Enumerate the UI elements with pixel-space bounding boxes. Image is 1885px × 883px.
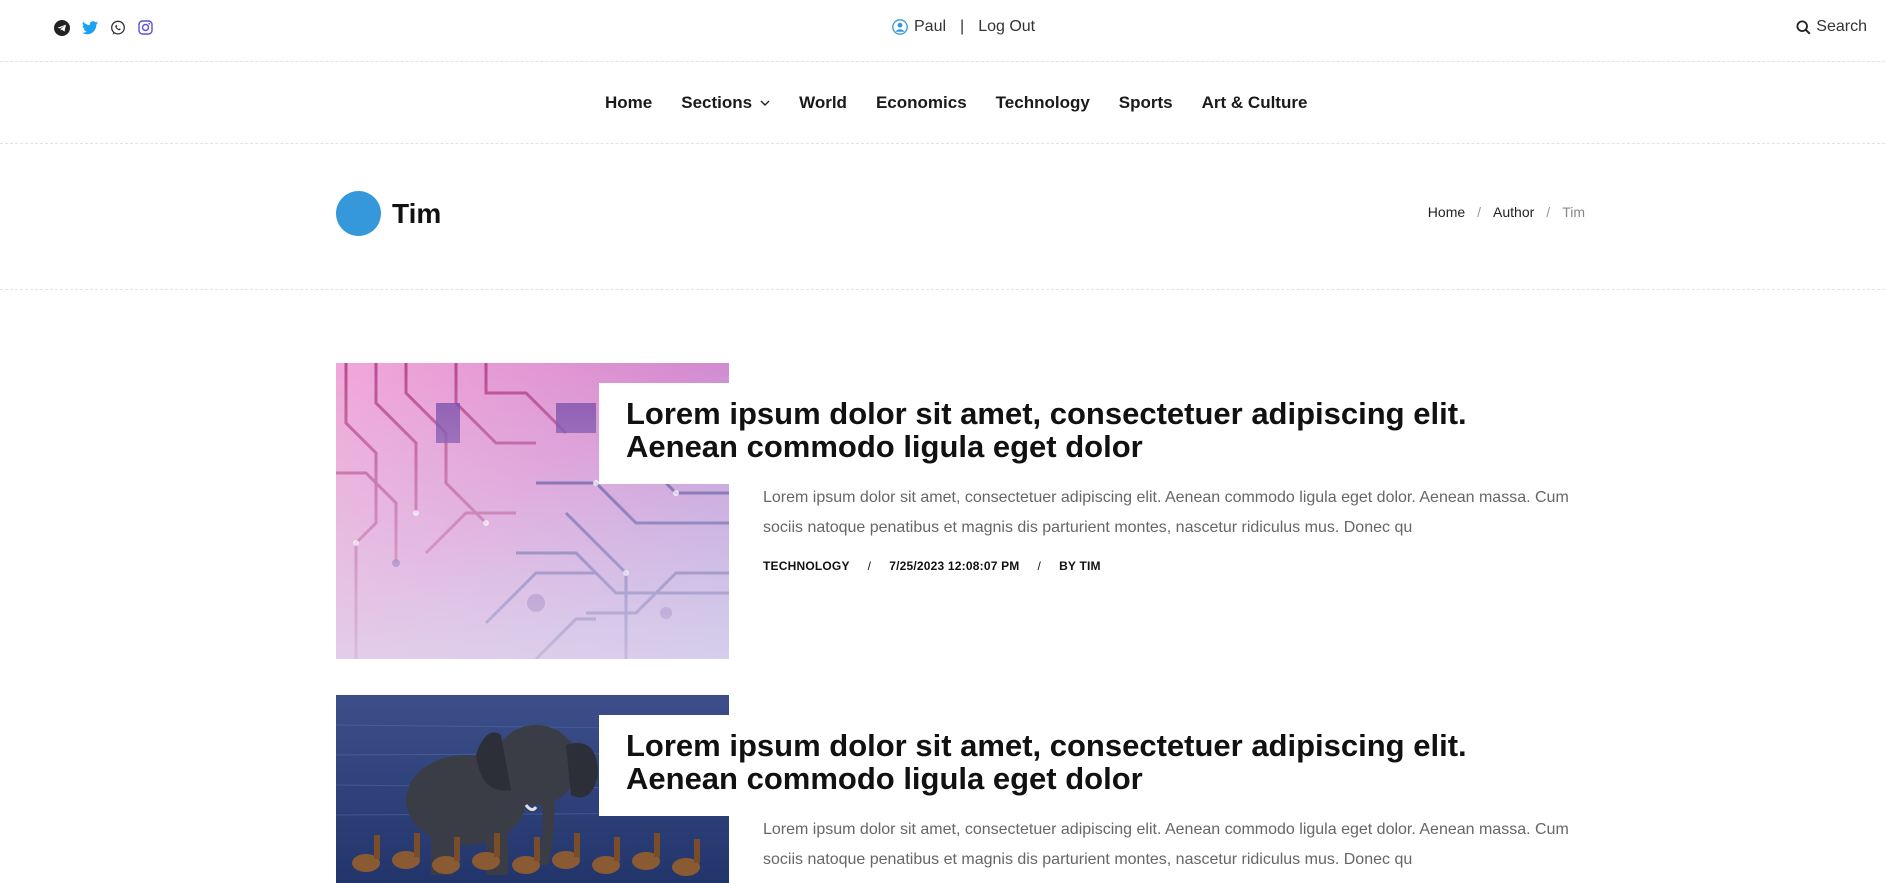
post-title-box: Lorem ipsum dolor sit amet, consectetuer…: [599, 383, 1586, 484]
author-header: Tim Home / Author / Tim: [0, 144, 1885, 290]
user-circle-icon: [892, 19, 908, 35]
meta-separator: /: [867, 559, 872, 573]
nav-item-home[interactable]: Home: [605, 93, 652, 113]
main-navigation: Home Sections World Economics Technology…: [0, 62, 1885, 144]
breadcrumb-current: Tim: [1562, 204, 1585, 220]
chevron-down-icon: [760, 98, 770, 108]
meta-separator: /: [1037, 559, 1042, 573]
breadcrumb-separator: /: [1546, 204, 1551, 220]
post-date: 7/25/2023 12:08:07 PM: [889, 559, 1020, 573]
nav-item-sections[interactable]: Sections: [681, 93, 770, 113]
page-title: Tim: [392, 198, 442, 229]
social-links: [53, 19, 154, 36]
nav-item-art-culture[interactable]: Art & Culture: [1202, 93, 1308, 113]
breadcrumb-author[interactable]: Author: [1493, 204, 1534, 220]
post-author[interactable]: BY TIM: [1059, 559, 1101, 573]
logout-link[interactable]: Log Out: [978, 18, 1035, 36]
post-category[interactable]: TECHNOLOGY: [763, 559, 850, 573]
search-button[interactable]: Search: [1796, 18, 1867, 36]
post-meta: TECHNOLOGY / 7/25/2023 12:08:07 PM / BY …: [763, 559, 1101, 573]
user-profile-link[interactable]: Paul: [914, 18, 946, 36]
top-bar: Paul | Log Out Search: [0, 0, 1885, 62]
post-excerpt: Lorem ipsum dolor sit amet, consectetuer…: [763, 489, 1569, 536]
post-title[interactable]: Lorem ipsum dolor sit amet, consectetuer…: [626, 397, 1586, 463]
avatar: [336, 191, 381, 236]
nav-item-world[interactable]: World: [799, 93, 847, 113]
nav-item-economics[interactable]: Economics: [876, 93, 967, 113]
search-label: Search: [1816, 18, 1867, 35]
breadcrumb-separator: /: [1477, 204, 1482, 220]
nav-item-sections-label: Sections: [681, 93, 753, 112]
nav-item-sports[interactable]: Sports: [1119, 93, 1173, 113]
post-title[interactable]: Lorem ipsum dolor sit amet, consectetuer…: [626, 729, 1586, 795]
instagram-icon[interactable]: [137, 19, 154, 36]
nav-item-technology[interactable]: Technology: [996, 93, 1090, 113]
user-menu: Paul | Log Out: [892, 18, 1035, 36]
whatsapp-icon[interactable]: [109, 19, 126, 36]
breadcrumb-home[interactable]: Home: [1428, 204, 1465, 220]
breadcrumb: Home / Author / Tim: [1428, 204, 1585, 220]
nav-menu: Home Sections World Economics Technology…: [605, 93, 1307, 113]
twitter-icon[interactable]: [81, 19, 98, 36]
search-icon: [1796, 19, 1811, 35]
user-menu-separator: |: [960, 18, 965, 35]
telegram-icon[interactable]: [53, 19, 70, 36]
post-title-box: Lorem ipsum dolor sit amet, consectetuer…: [599, 715, 1586, 816]
post-excerpt: Lorem ipsum dolor sit amet, consectetuer…: [763, 821, 1569, 868]
